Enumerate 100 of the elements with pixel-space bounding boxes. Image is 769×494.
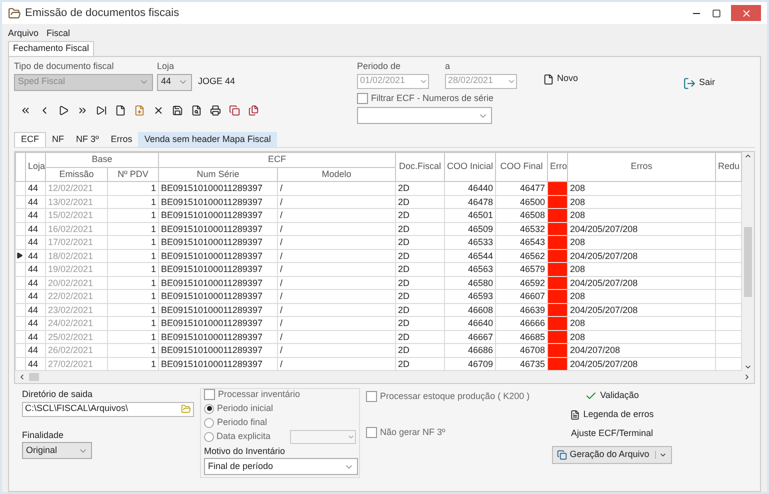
checkbox-label: Filtrar ECF - Numeros de série xyxy=(371,92,494,104)
table-cell: 1 xyxy=(108,303,159,316)
table-cell: 44 xyxy=(26,290,46,303)
table-cell: / xyxy=(278,195,396,208)
validation-button[interactable]: Validação xyxy=(585,389,639,402)
adjust-button[interactable]: Ajuste ECF/Terminal xyxy=(570,427,654,440)
table-cell: 46592 xyxy=(496,276,548,290)
table-cell: 13/02/2021 xyxy=(46,195,108,208)
field-label: Tipo de documento fiscal xyxy=(14,60,115,73)
generate-file-button[interactable]: Geração do Arquivo xyxy=(552,446,672,464)
legend-button[interactable]: Legenda de erros xyxy=(570,408,654,421)
print-icon[interactable] xyxy=(210,104,221,116)
table-cell: 44 xyxy=(26,262,46,276)
radio-button[interactable] xyxy=(204,432,214,442)
menu-item[interactable]: Fiscal xyxy=(46,27,70,40)
table-cell: BE091510100011289397 xyxy=(158,330,278,344)
table-cell: 44 xyxy=(26,222,46,236)
menu-item[interactable]: Arquivo xyxy=(8,27,39,40)
table-cell: 208 xyxy=(568,262,716,276)
close-button[interactable] xyxy=(731,5,761,21)
table-cell: BE091510100011289397 xyxy=(158,222,278,236)
scroll-down-icon[interactable] xyxy=(744,363,752,371)
checkbox[interactable] xyxy=(204,389,215,400)
files-icon[interactable] xyxy=(248,104,259,116)
tab[interactable]: Venda sem header Mapa Fiscal xyxy=(138,132,277,147)
table-cell: 44 xyxy=(26,276,46,290)
new-button[interactable]: Novo xyxy=(543,72,578,86)
delete-icon[interactable] xyxy=(153,104,164,116)
purpose-dropdown[interactable]: Original xyxy=(22,442,92,459)
column-header: Num Série xyxy=(158,167,278,182)
save-icon[interactable] xyxy=(172,104,183,116)
checkbox[interactable] xyxy=(357,92,368,104)
group-header: Base xyxy=(46,152,159,167)
table-cell: 208 xyxy=(568,330,716,344)
tab[interactable]: NF xyxy=(46,132,70,147)
tab[interactable]: Erros xyxy=(104,132,138,147)
horizontal-scrollbar[interactable] xyxy=(15,371,754,383)
table-cell: 208 xyxy=(568,208,716,222)
table-cell: 46685 xyxy=(496,330,548,344)
document-icon[interactable] xyxy=(115,104,126,116)
add-document-icon[interactable] xyxy=(134,104,145,116)
directory-field[interactable]: C:\SCL\FISCAL\Arquivos\ xyxy=(22,402,194,416)
maximize-icon[interactable] xyxy=(712,8,721,18)
next-icon[interactable] xyxy=(58,104,69,116)
window-title: Emissão de documentos fiscais xyxy=(25,6,180,21)
group-header: ECF xyxy=(158,152,396,167)
reason-dropdown[interactable]: Final de período xyxy=(204,458,358,475)
table-cell: 46562 xyxy=(496,249,548,262)
table-cell: / xyxy=(278,316,396,330)
date-field[interactable] xyxy=(290,430,356,444)
table-cell: 1 xyxy=(108,344,159,357)
tab[interactable]: NF 3º xyxy=(70,132,105,147)
preview-icon[interactable] xyxy=(191,104,202,116)
vertical-scrollbar[interactable] xyxy=(742,152,754,371)
radio-button[interactable] xyxy=(204,404,214,414)
tab[interactable]: Fechamento Fiscal xyxy=(8,41,94,56)
table-cell: 46508 xyxy=(496,208,548,222)
folder-icon[interactable] xyxy=(181,404,191,414)
scroll-thumb[interactable] xyxy=(29,373,39,381)
scroll-up-icon[interactable] xyxy=(744,152,752,160)
table-cell: / xyxy=(278,303,396,316)
table-cell: 46477 xyxy=(496,182,548,195)
table-cell: 44 xyxy=(26,344,46,357)
table-cell: / xyxy=(278,344,396,357)
scroll-right-icon[interactable] xyxy=(743,373,751,381)
checkbox-label: Não gerar NF 3º xyxy=(380,426,446,439)
copy-icon[interactable] xyxy=(229,104,240,116)
document-icon xyxy=(543,74,554,84)
table-cell: 18/02/2021 xyxy=(46,249,108,262)
table-cell: 1 xyxy=(108,316,159,330)
scroll-left-icon[interactable] xyxy=(18,373,26,381)
table-cell: 208 xyxy=(568,236,716,249)
table-cell: 44 xyxy=(26,236,46,249)
checkbox[interactable] xyxy=(366,391,377,402)
radio-button[interactable] xyxy=(204,418,214,428)
table-cell: 23/02/2021 xyxy=(46,303,108,316)
table-cell: 12/02/2021 xyxy=(46,182,108,195)
radio-label: Data explicita xyxy=(216,430,272,443)
table-cell: 208 xyxy=(568,290,716,303)
table-cell: 15/02/2021 xyxy=(46,208,108,222)
checkbox-label: Processar estoque produção ( K200 ) xyxy=(380,390,530,403)
scroll-thumb[interactable] xyxy=(744,226,752,296)
exit-button[interactable]: Sair xyxy=(682,76,715,90)
field-label: Loja xyxy=(157,60,176,73)
tab[interactable]: ECF xyxy=(14,132,46,147)
column-header: Nº PDV xyxy=(108,167,159,182)
fast-forward-icon[interactable] xyxy=(77,104,88,116)
table-cell: BE091510100011289397 xyxy=(158,236,278,249)
table-cell: 46440 xyxy=(444,182,496,195)
first-icon[interactable] xyxy=(20,104,31,116)
store-dropdown[interactable]: 44 xyxy=(157,74,192,90)
table-cell: 46501 xyxy=(444,208,496,222)
checkbox[interactable] xyxy=(366,426,377,438)
table-cell: 46500 xyxy=(496,195,548,208)
table-cell: 1 xyxy=(108,262,159,276)
table-cell: 2D xyxy=(396,195,445,208)
table-cell: 46593 xyxy=(444,290,496,303)
last-icon[interactable] xyxy=(96,104,107,116)
exit-icon xyxy=(682,76,696,90)
table-cell: / xyxy=(278,276,396,290)
